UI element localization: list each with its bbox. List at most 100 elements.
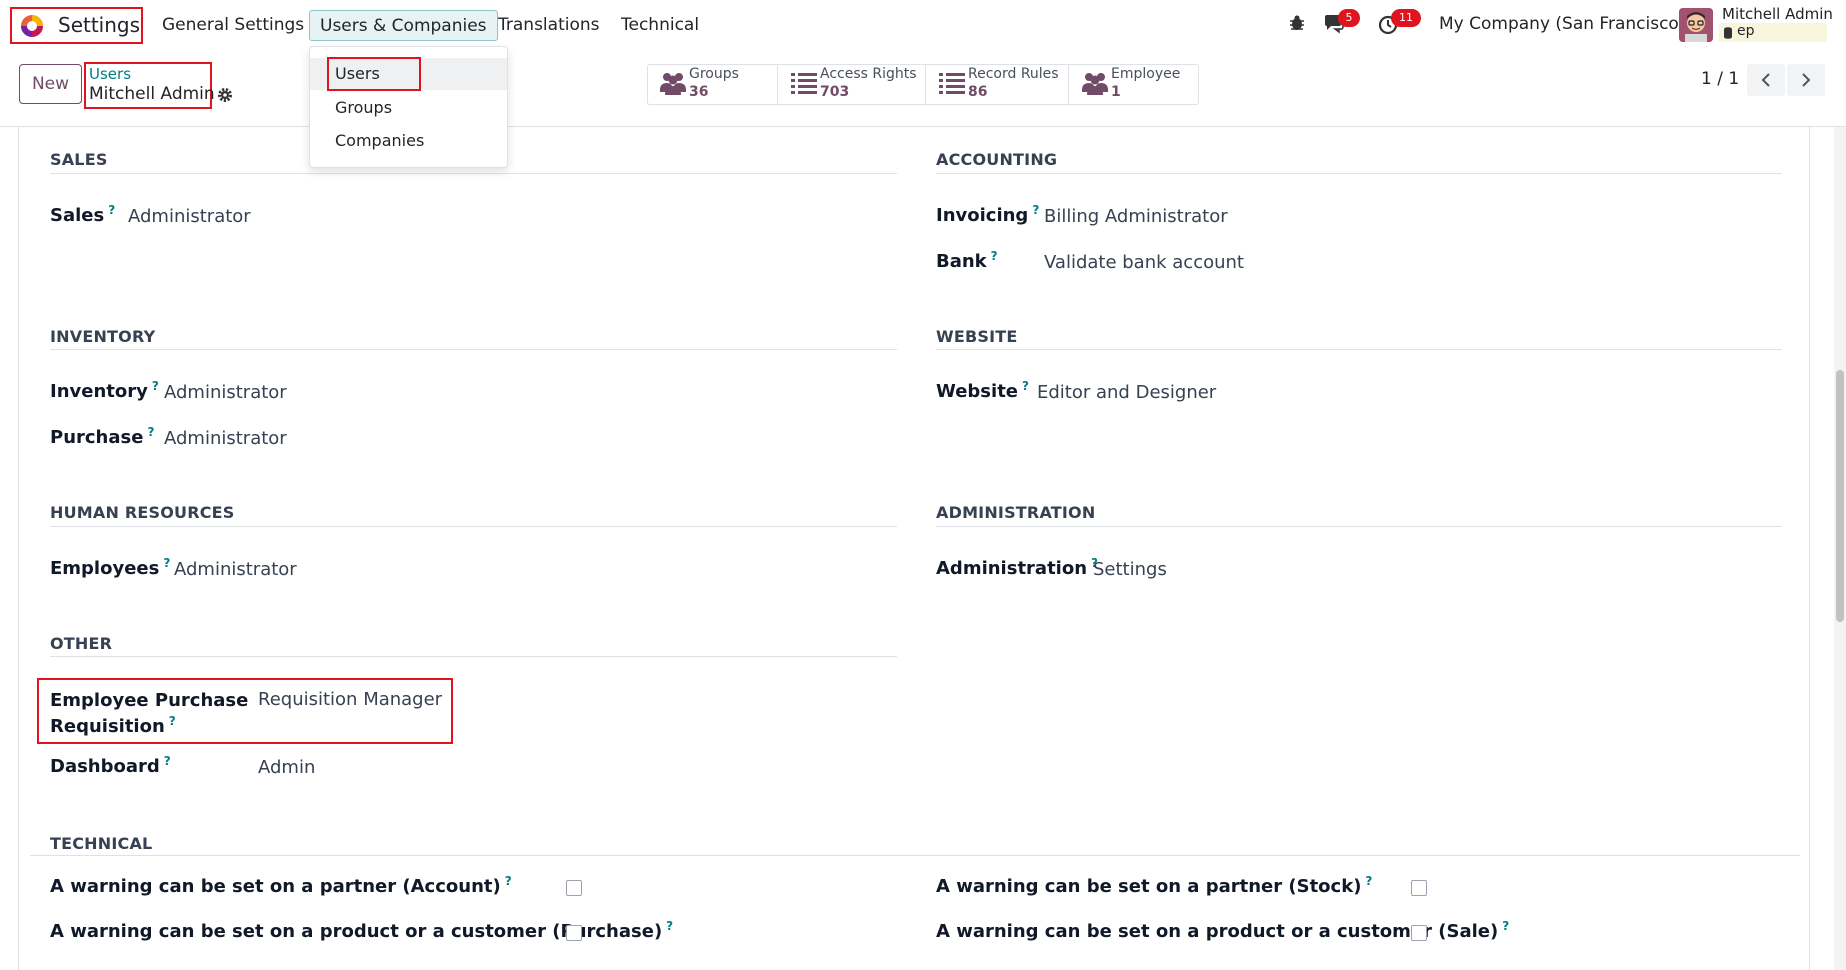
- help-icon[interactable]: ?: [163, 556, 170, 570]
- stat-button-record-rules[interactable]: Record Rules 86: [926, 64, 1069, 105]
- field-dashboard-value[interactable]: Admin: [258, 757, 315, 778]
- list-icon: [791, 73, 817, 94]
- help-icon[interactable]: ?: [666, 919, 673, 933]
- users-icon: [660, 73, 686, 95]
- list-icon: [939, 73, 965, 94]
- section-sales-title: SALES: [50, 150, 108, 169]
- field-invoicing-value[interactable]: Billing Administrator: [1044, 206, 1228, 227]
- company-switcher[interactable]: My Company (San Francisco): [1439, 14, 1685, 34]
- field-employees-label: Employees?: [50, 556, 171, 579]
- menu-translations[interactable]: Translations: [488, 10, 610, 40]
- section-administration-title: ADMINISTRATION: [936, 503, 1096, 522]
- stat-groups-value: 36: [689, 84, 709, 100]
- help-icon[interactable]: ?: [1502, 919, 1509, 933]
- field-employee-purchase-requisition-value[interactable]: Requisition Manager: [258, 689, 442, 710]
- field-warning-partner-stock-label: A warning can be set on a partner (Stock…: [936, 874, 1373, 897]
- warning-product-purchase-checkbox[interactable]: [566, 925, 582, 941]
- breadcrumb: Users Mitchell Admin: [84, 62, 215, 109]
- menu-users-companies[interactable]: Users & Companies: [309, 10, 498, 41]
- pager-previous-button[interactable]: [1747, 64, 1785, 96]
- section-hr-title: HUMAN RESOURCES: [50, 503, 235, 522]
- warning-partner-account-checkbox[interactable]: [566, 880, 582, 896]
- help-icon[interactable]: ?: [169, 714, 176, 728]
- help-icon[interactable]: ?: [147, 425, 154, 439]
- pager-value[interactable]: 1 / 1: [1701, 69, 1739, 89]
- database-tag: ep: [1719, 23, 1827, 42]
- help-icon[interactable]: ?: [1365, 874, 1372, 888]
- field-website-label: Website?: [936, 379, 1029, 402]
- section-divider: [936, 173, 1782, 174]
- field-purchase-value[interactable]: Administrator: [164, 428, 287, 449]
- field-sales-value[interactable]: Administrator: [128, 206, 251, 227]
- section-accounting-title: ACCOUNTING: [936, 150, 1058, 169]
- help-icon[interactable]: ?: [991, 249, 998, 263]
- scrollbar-thumb[interactable]: [1836, 370, 1844, 622]
- field-dashboard-label: Dashboard?: [50, 754, 171, 777]
- help-icon[interactable]: ?: [1022, 379, 1029, 393]
- breadcrumb-current: Mitchell Admin: [89, 84, 215, 104]
- help-icon[interactable]: ?: [108, 203, 115, 217]
- section-inventory-title: INVENTORY: [50, 327, 156, 346]
- stat-access-rights-value: 703: [820, 84, 850, 100]
- stat-employee-label: Employee: [1111, 66, 1181, 82]
- field-bank-value[interactable]: Validate bank account: [1044, 252, 1244, 273]
- field-administration-label: Administration?: [936, 556, 1098, 579]
- dropdown-item-groups[interactable]: Groups: [310, 92, 507, 124]
- activities-badge: 11: [1391, 9, 1421, 27]
- chevron-right-icon: [1802, 73, 1811, 87]
- field-administration-value[interactable]: Settings: [1093, 559, 1167, 580]
- help-icon[interactable]: ?: [1032, 203, 1039, 217]
- help-icon[interactable]: ?: [152, 379, 159, 393]
- section-divider: [50, 656, 897, 657]
- stat-groups-label: Groups: [689, 66, 739, 82]
- stat-employee-value: 1: [1111, 84, 1121, 100]
- menu-technical[interactable]: Technical: [611, 10, 709, 40]
- highlight-box: [327, 57, 421, 91]
- new-button[interactable]: New: [19, 64, 82, 104]
- stat-record-rules-value: 86: [968, 84, 988, 100]
- stat-button-employee[interactable]: Employee 1: [1069, 64, 1199, 105]
- section-divider: [936, 526, 1782, 527]
- dropdown-item-users[interactable]: Users: [310, 57, 507, 91]
- help-icon[interactable]: ?: [505, 874, 512, 888]
- section-website-title: WEBSITE: [936, 327, 1018, 346]
- pager-next-button[interactable]: [1787, 64, 1825, 96]
- field-purchase-label: Purchase?: [50, 425, 155, 448]
- field-inventory-value[interactable]: Administrator: [164, 382, 287, 403]
- app-title-box[interactable]: Settings: [10, 7, 143, 44]
- section-divider: [50, 349, 897, 350]
- field-warning-partner-account-label: A warning can be set on a partner (Accou…: [50, 874, 512, 897]
- form-sheet: [18, 127, 1810, 970]
- bug-icon[interactable]: [1288, 14, 1306, 32]
- gear-icon[interactable]: [217, 87, 233, 103]
- breadcrumb-users-link[interactable]: Users: [89, 65, 131, 83]
- section-technical-title: TECHNICAL: [50, 834, 153, 853]
- section-other-title: OTHER: [50, 634, 113, 653]
- field-employees-value[interactable]: Administrator: [174, 559, 297, 580]
- stat-access-rights-label: Access Rights: [820, 66, 917, 82]
- field-website-value[interactable]: Editor and Designer: [1037, 382, 1216, 403]
- stat-button-groups[interactable]: Groups 36: [647, 64, 778, 105]
- section-divider: [50, 526, 897, 527]
- field-bank-label: Bank?: [936, 249, 998, 272]
- field-employee-purchase-requisition-label: Employee Purchase Requisition?: [50, 690, 249, 737]
- user-avatar[interactable]: [1679, 8, 1713, 42]
- section-divider: [936, 349, 1782, 350]
- field-invoicing-label: Invoicing?: [936, 203, 1040, 226]
- stat-button-access-rights[interactable]: Access Rights 703: [778, 64, 926, 105]
- users-companies-dropdown: Users Groups Companies: [309, 46, 508, 168]
- help-icon[interactable]: ?: [164, 754, 171, 768]
- users-icon: [1082, 73, 1108, 95]
- stat-record-rules-label: Record Rules: [968, 66, 1059, 82]
- odoo-app-icon: [21, 15, 43, 37]
- database-icon: [1724, 27, 1732, 39]
- section-divider: [30, 855, 1800, 856]
- menu-general-settings[interactable]: General Settings: [152, 10, 314, 40]
- app-name: Settings: [58, 13, 141, 37]
- warning-product-sale-checkbox[interactable]: [1411, 925, 1427, 941]
- field-sales-label: Sales?: [50, 203, 116, 226]
- user-name[interactable]: Mitchell Admin: [1722, 5, 1833, 23]
- warning-partner-stock-checkbox[interactable]: [1411, 880, 1427, 896]
- chevron-left-icon: [1761, 73, 1770, 87]
- dropdown-item-companies[interactable]: Companies: [310, 125, 507, 157]
